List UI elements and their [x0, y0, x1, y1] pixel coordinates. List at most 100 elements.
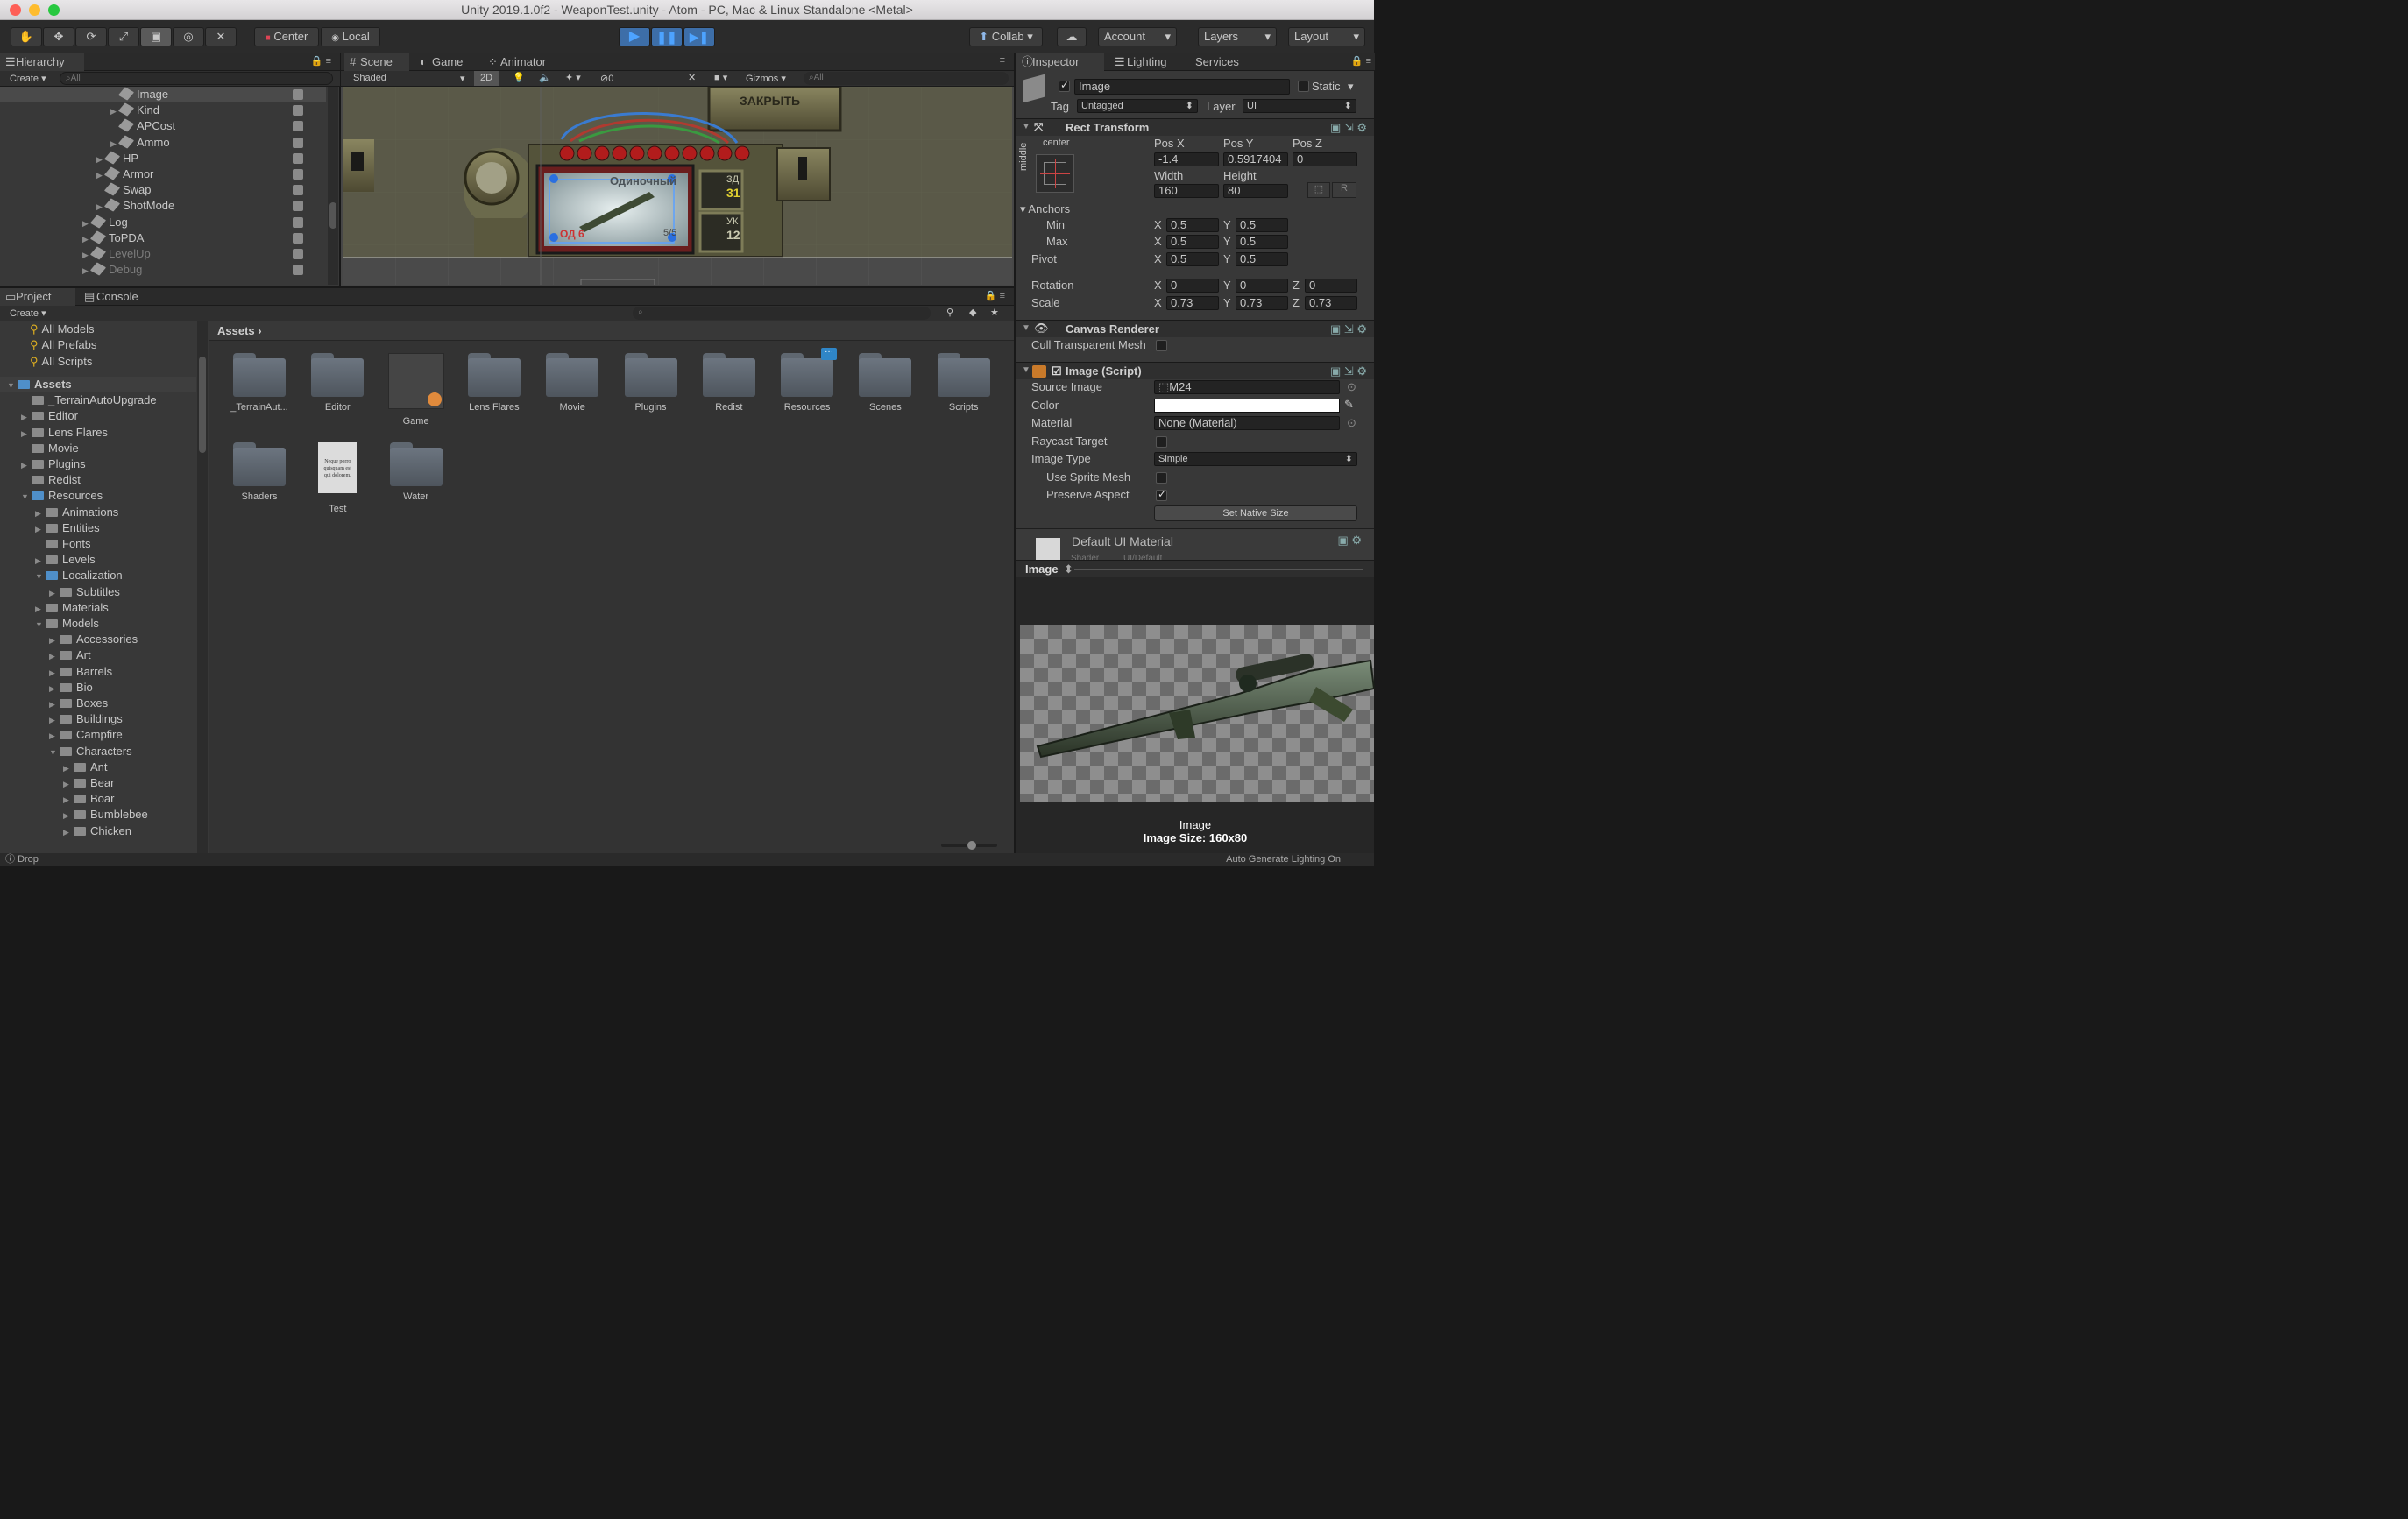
project-tree-item[interactable]: ▼ Assets: [0, 377, 196, 392]
tab-hierarchy[interactable]: ☰ Hierarchy: [0, 53, 84, 71]
image-script-header[interactable]: ▼ ☑ Image (Script) ▣ ⇲ ⚙: [1016, 362, 1374, 379]
favorite-item[interactable]: ⚲ All Models: [0, 321, 95, 337]
visibility-icon[interactable]: [293, 249, 303, 259]
project-tree-item[interactable]: ▼ Characters: [0, 744, 196, 760]
custom-tool-icon[interactable]: ✕: [205, 27, 237, 46]
project-tree-item[interactable]: Movie: [0, 441, 196, 456]
project-search-input[interactable]: ⌕: [633, 307, 931, 320]
visibility-icon[interactable]: [293, 265, 303, 276]
material-field[interactable]: None (Material): [1154, 416, 1340, 430]
visibility-icon[interactable]: [293, 232, 303, 244]
active-checkbox[interactable]: ✓: [1059, 79, 1070, 92]
layers-dropdown[interactable]: Layers ▾: [1198, 27, 1277, 46]
visibility-icon[interactable]: [293, 185, 303, 196]
preserve-aspect-checkbox[interactable]: ✓: [1156, 488, 1167, 501]
visibility-icon[interactable]: [293, 169, 303, 180]
project-tree-scrollbar[interactable]: [197, 321, 208, 853]
hierarchy-item[interactable]: ▶ Debug: [0, 262, 326, 278]
component-menu-icon[interactable]: ▣ ⇲ ⚙: [1330, 121, 1367, 135]
width-field[interactable]: 160: [1154, 184, 1219, 198]
preview-header[interactable]: Image ⬍: [1016, 560, 1374, 577]
asset-item[interactable]: Water: [379, 442, 453, 502]
project-tree-item[interactable]: ▶ Boxes: [0, 696, 196, 711]
height-field[interactable]: 80: [1223, 184, 1288, 198]
project-tree-item[interactable]: ▶ Accessories: [0, 632, 196, 647]
filter-label-icon[interactable]: ◆: [969, 307, 976, 318]
asset-item[interactable]: Game: [379, 353, 453, 427]
effects-toggle-icon[interactable]: ✦ ▾: [565, 72, 581, 83]
lighting-toggle-icon[interactable]: 💡: [513, 72, 525, 83]
rect-tool-icon[interactable]: ▣: [140, 27, 172, 46]
project-tree-item[interactable]: ▶ Bear: [0, 775, 196, 791]
layer-dropdown[interactable]: UI ⬍: [1243, 99, 1356, 113]
visibility-icon[interactable]: [293, 105, 303, 117]
anchor-min-x-field[interactable]: 0.5: [1166, 218, 1219, 232]
asset-item[interactable]: Plugins: [614, 353, 688, 413]
hierarchy-item[interactable]: ▶ Armor: [0, 166, 326, 182]
close-window-button[interactable]: [10, 4, 21, 16]
source-image-field[interactable]: ⬚M24: [1154, 380, 1340, 394]
step-button[interactable]: ▶❚: [683, 27, 715, 46]
tools-icon[interactable]: ✕: [688, 72, 696, 83]
eyedropper-icon[interactable]: ✎: [1344, 398, 1354, 412]
project-tree-item[interactable]: ▶ Materials: [0, 600, 196, 616]
tab-services[interactable]: Services: [1179, 53, 1250, 71]
project-tree-item[interactable]: ▼ Localization: [0, 568, 196, 583]
asset-item[interactable]: ··· Resources: [770, 348, 844, 413]
hierarchy-item[interactable]: ▶ ShotMode: [0, 198, 326, 214]
move-tool-icon[interactable]: ✥: [43, 27, 74, 46]
cloud-button[interactable]: ☁: [1057, 27, 1087, 46]
use-sprite-mesh-checkbox[interactable]: [1156, 472, 1167, 484]
visibility-icon[interactable]: [293, 121, 303, 132]
visibility-icon[interactable]: [293, 216, 303, 228]
hierarchy-scrollbar[interactable]: [328, 87, 338, 285]
project-tree-item[interactable]: ▶ Ant: [0, 760, 196, 775]
tab-console[interactable]: ▤ Console: [81, 288, 156, 306]
hierarchy-item[interactable]: APCost: [0, 118, 326, 134]
hidden-objects-icon[interactable]: ⊘0: [600, 73, 613, 84]
canvas-renderer-header[interactable]: ▼ 👁 Canvas Renderer ▣ ⇲ ⚙: [1016, 320, 1374, 337]
rotate-tool-icon[interactable]: ⟳: [75, 27, 107, 46]
static-dropdown-icon[interactable]: ▾: [1348, 80, 1354, 94]
image-enabled-checkbox[interactable]: ☑: [1052, 364, 1062, 378]
object-picker-icon[interactable]: ⊙: [1347, 380, 1356, 394]
panel-menu-icon[interactable]: ≡: [1000, 55, 1005, 66]
icon-size-slider[interactable]: [941, 841, 997, 850]
project-tree-item[interactable]: ▶ Barrels: [0, 664, 196, 680]
account-dropdown[interactable]: Account ▾: [1098, 27, 1177, 46]
tab-inspector[interactable]: ⓘ Inspector: [1016, 53, 1104, 71]
project-tree-item[interactable]: ▶ Entities: [0, 520, 196, 536]
rotation-z-field[interactable]: 0: [1305, 279, 1357, 293]
project-tree-item[interactable]: ▶ Chicken: [0, 823, 196, 839]
anchor-presets-button[interactable]: [1036, 154, 1074, 193]
raycast-checkbox[interactable]: [1156, 436, 1167, 448]
asset-item[interactable]: Scripts: [927, 353, 1001, 413]
minimize-window-button[interactable]: [29, 4, 40, 16]
asset-item[interactable]: Redist: [692, 353, 766, 413]
scene-search-input[interactable]: ⌕All: [804, 72, 1009, 85]
pause-button[interactable]: ❚❚: [651, 27, 683, 46]
component-menu-icon[interactable]: ▣ ⇲ ⚙: [1330, 322, 1367, 336]
project-tree-item[interactable]: ▶ Animations: [0, 505, 196, 520]
hierarchy-item[interactable]: ▶ Kind: [0, 102, 326, 118]
breadcrumb[interactable]: Assets ›: [217, 324, 262, 337]
shading-dropdown[interactable]: Shaded: [353, 73, 386, 83]
transform-tool-icon[interactable]: ◎: [173, 27, 204, 46]
project-tree-item[interactable]: ▶ Bio: [0, 680, 196, 696]
favorite-item[interactable]: ⚲ All Prefabs: [0, 337, 96, 353]
play-button[interactable]: ▶: [619, 27, 650, 46]
object-picker-icon[interactable]: ⊙: [1347, 416, 1356, 430]
rect-transform-header[interactable]: ▼ ⤧ Rect Transform ▣ ⇲ ⚙: [1016, 118, 1374, 136]
hierarchy-item[interactable]: ▶ HP: [0, 151, 326, 166]
project-tree-item[interactable]: ▼ Resources: [0, 488, 196, 504]
tag-dropdown[interactable]: Untagged ⬍: [1077, 99, 1198, 113]
zoom-window-button[interactable]: [48, 4, 60, 16]
raw-edit-button[interactable]: R: [1332, 182, 1356, 198]
hierarchy-search-input[interactable]: ⌕All: [60, 72, 333, 85]
hierarchy-item[interactable]: ▶ ToPDA: [0, 230, 326, 246]
posy-field[interactable]: 0.5917404: [1223, 152, 1288, 166]
project-tree-item[interactable]: ▶ Buildings: [0, 711, 196, 727]
hierarchy-item[interactable]: Swap: [0, 182, 326, 198]
visibility-icon[interactable]: [293, 152, 303, 164]
pivot-y-field[interactable]: 0.5: [1236, 252, 1288, 266]
